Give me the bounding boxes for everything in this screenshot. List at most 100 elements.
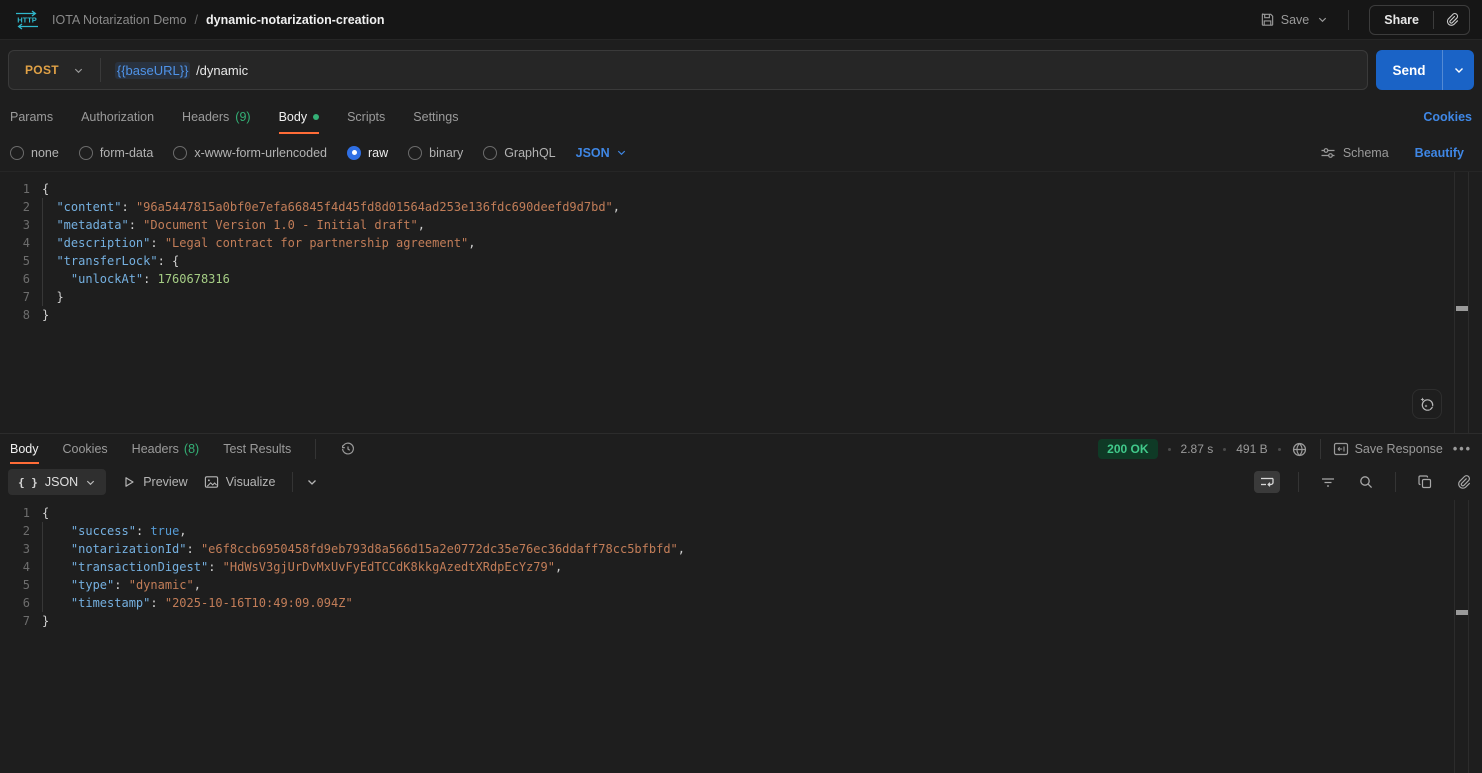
tab-scripts[interactable]: Scripts (347, 100, 385, 134)
format-label: JSON (45, 475, 78, 489)
beautify-button[interactable]: Beautify (1415, 146, 1464, 160)
line-number: 2 (0, 522, 30, 540)
response-tab-body[interactable]: Body (10, 434, 39, 464)
radio-raw[interactable]: raw (347, 146, 388, 160)
app-window: HTTP IOTA Notarization Demo / dynamic-no… (0, 0, 1482, 773)
line-number: 8 (0, 306, 30, 324)
radio-graphql[interactable]: GraphQL (483, 146, 555, 160)
cookies-link[interactable]: Cookies (1423, 100, 1472, 134)
language-selector[interactable]: JSON (576, 146, 627, 160)
send-options-chevron[interactable] (1442, 50, 1474, 90)
request-body-editor[interactable]: 1{2 "content": "96a5447815a0bf0e7efa6684… (0, 172, 1482, 433)
code-line: 4 "description": "Legal contract for par… (0, 234, 1482, 252)
save-response-button[interactable]: Save Response (1333, 442, 1443, 456)
tab-authorization[interactable]: Authorization (81, 100, 154, 134)
scrollbar-marker (1456, 306, 1468, 311)
save-button[interactable]: Save (1260, 12, 1310, 27)
code-line: 1{ (0, 504, 1482, 522)
breadcrumb-request-name[interactable]: dynamic-notarization-creation (206, 13, 385, 27)
send-button[interactable]: Send (1376, 50, 1442, 90)
request-url-bar: POST {{baseURL}} /dynamic Send (0, 40, 1482, 100)
schema-button[interactable]: Schema (1320, 146, 1389, 160)
response-time: 2.87 s (1181, 442, 1214, 456)
preview-button[interactable]: Preview (122, 475, 187, 489)
wrap-text-button[interactable] (1254, 471, 1280, 493)
radio-circle (10, 146, 24, 160)
line-number: 3 (0, 216, 30, 234)
line-number: 4 (0, 558, 30, 576)
response-tab-test-results[interactable]: Test Results (223, 434, 291, 464)
response-format-selector[interactable]: { } JSON (8, 469, 106, 495)
response-toolbar: { } JSON Preview Visualize (0, 464, 1482, 500)
code-line: 7 } (0, 288, 1482, 306)
save-options-chevron[interactable] (1317, 14, 1328, 25)
response-history-button[interactable] (340, 434, 356, 464)
response-section-header: Body Cookies Headers (8) Test Results 20… (0, 433, 1482, 464)
method-selector[interactable]: POST (9, 63, 100, 77)
line-number: 4 (0, 234, 30, 252)
tab-body[interactable]: Body (279, 100, 320, 134)
filter-button[interactable] (1317, 472, 1339, 492)
copy-button[interactable] (1414, 471, 1436, 493)
share-button-group: Share (1369, 5, 1470, 35)
send-label: Send (1392, 63, 1425, 78)
code-line: 6 "unlockAt": 1760678316 (0, 270, 1482, 288)
tab-params[interactable]: Params (10, 100, 53, 134)
postbot-button[interactable] (1412, 389, 1442, 419)
scrollbar-track-line (1468, 172, 1469, 433)
top-header: HTTP IOTA Notarization Demo / dynamic-no… (0, 0, 1482, 40)
code-line: 5 "type": "dynamic", (0, 576, 1482, 594)
radio-circle (483, 146, 497, 160)
postbot-icon (1418, 395, 1436, 413)
tab-headers[interactable]: Headers (9) (182, 100, 251, 134)
search-icon (1358, 474, 1374, 490)
radio-binary[interactable]: binary (408, 146, 463, 160)
visualize-options-chevron[interactable] (303, 473, 321, 491)
body-type-options: none form-data x-www-form-urlencoded raw… (0, 134, 1482, 172)
code-line: 6 "timestamp": "2025-10-16T10:49:09.094Z… (0, 594, 1482, 612)
chevron-down-icon (73, 65, 84, 76)
response-tab-cookies[interactable]: Cookies (63, 434, 108, 464)
send-button-group: Send (1376, 50, 1474, 90)
sliders-icon (1320, 146, 1336, 160)
code-line: 3 "metadata": "Document Version 1.0 - In… (0, 216, 1482, 234)
radio-x-www-form-urlencoded[interactable]: x-www-form-urlencoded (173, 146, 327, 160)
request-tabs: Params Authorization Headers (9) Body Sc… (0, 100, 1482, 134)
chevron-down-icon (1453, 64, 1465, 76)
paperclip-icon (1455, 474, 1471, 490)
visualize-button[interactable]: Visualize (204, 475, 276, 489)
http-request-icon: HTTP (12, 9, 42, 31)
response-tab-headers[interactable]: Headers (8) (132, 434, 200, 464)
search-button[interactable] (1355, 471, 1377, 493)
radio-none[interactable]: none (10, 146, 59, 160)
response-body-editor[interactable]: 1{2 "success": true,3 "notarizationId": … (0, 500, 1482, 773)
image-icon (204, 475, 219, 489)
code-line: 2 "success": true, (0, 522, 1482, 540)
copy-link-button[interactable] (1434, 6, 1469, 34)
breadcrumb-separator: / (195, 13, 198, 27)
line-number: 5 (0, 252, 30, 270)
play-icon (122, 475, 136, 489)
scrollbar-track-line (1454, 172, 1455, 433)
save-icon (1260, 12, 1275, 27)
chevron-down-icon (85, 477, 96, 488)
radio-form-data[interactable]: form-data (79, 146, 154, 160)
network-globe-icon[interactable] (1291, 441, 1308, 458)
header-divider (1348, 10, 1349, 30)
chevron-down-icon (306, 476, 318, 488)
share-label: Share (1384, 13, 1419, 27)
breadcrumb-collection[interactable]: IOTA Notarization Demo (52, 13, 187, 27)
url-path: /dynamic (192, 63, 248, 78)
method-label: POST (25, 63, 59, 77)
svg-text:HTTP: HTTP (17, 15, 37, 24)
line-number: 3 (0, 540, 30, 558)
share-button[interactable]: Share (1370, 6, 1433, 34)
body-modified-dot (313, 114, 319, 120)
radio-circle (408, 146, 422, 160)
link-button[interactable] (1452, 471, 1474, 493)
url-input[interactable]: {{baseURL}} /dynamic (101, 62, 262, 79)
line-number: 7 (0, 612, 30, 630)
filter-lines-icon (1320, 475, 1336, 489)
tab-settings[interactable]: Settings (413, 100, 458, 134)
more-options-button[interactable]: ••• (1453, 442, 1472, 456)
